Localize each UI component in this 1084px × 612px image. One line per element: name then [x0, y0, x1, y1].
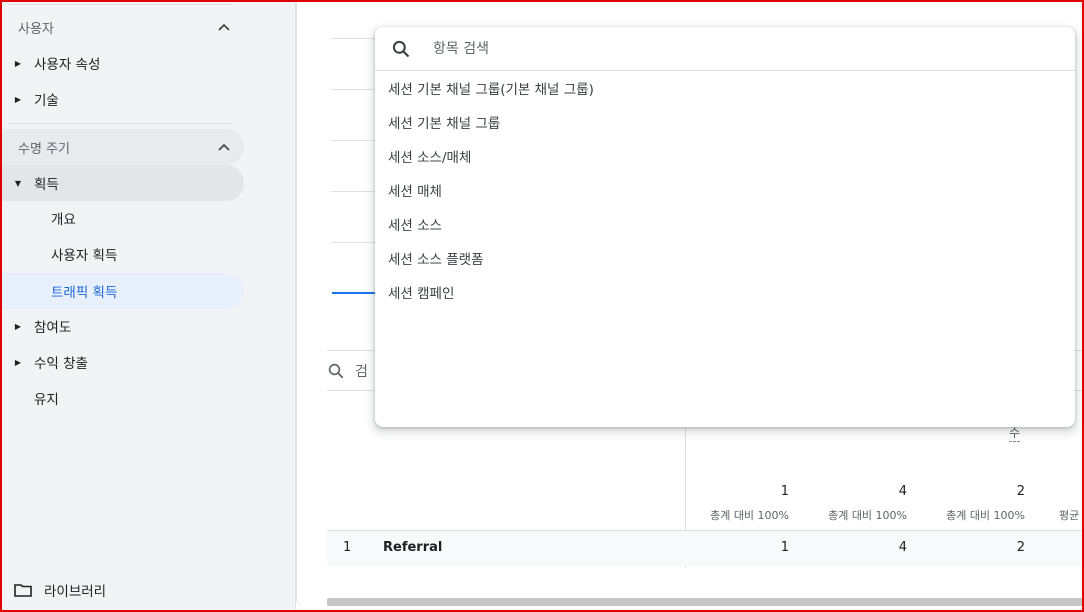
- sidebar: 사용자 ▶ 사용자 속성 ▶ 기술 수명 주기 ▼ 획득 개요 사용자 획득 트…: [0, 0, 296, 612]
- sidebar-item-label: 트래픽 획득: [51, 285, 118, 301]
- dropdown-list: 세션 기본 채널 그룹(기본 채널 그룹) 세션 기본 채널 그룹 세션 소스/…: [375, 71, 1075, 309]
- sidebar-item-label: 획득: [34, 177, 59, 193]
- sidebar-item-label: 사용자 획득: [51, 248, 118, 264]
- total-percent: 총계 대비 100%: [946, 509, 1025, 522]
- sidebar-item-label: 기술: [34, 93, 59, 109]
- divider: [8, 123, 232, 124]
- dropdown-item[interactable]: 세션 소스 플랫폼: [375, 241, 1075, 275]
- caret-right-icon: ▶: [14, 357, 22, 367]
- chart-tab-indicator: [332, 292, 376, 294]
- total-value: 2: [1016, 484, 1025, 499]
- caret-right-icon: ▶: [14, 321, 22, 331]
- caret-down-icon: ▼: [14, 178, 22, 188]
- sidebar-item-acquisition[interactable]: ▼ 획득: [0, 165, 244, 201]
- horizontal-scrollbar[interactable]: [327, 598, 1084, 606]
- row-value: 1: [780, 540, 789, 555]
- dropdown-search-input[interactable]: [433, 40, 933, 57]
- dropdown-item[interactable]: 세션 매체: [375, 173, 1075, 207]
- caret-right-icon: ▶: [14, 94, 22, 104]
- search-icon: [328, 363, 344, 378]
- row-value: 2: [1016, 540, 1025, 555]
- table-search-placeholder: 검: [355, 363, 368, 380]
- total-percent: 총계 대비 100%: [710, 509, 789, 522]
- dropdown-item[interactable]: 세션 소스: [375, 207, 1075, 241]
- dropdown-item[interactable]: 세션 소스/매체: [375, 139, 1075, 173]
- sidebar-item-label: 사용자 속성: [34, 57, 101, 73]
- dropdown-item[interactable]: 세션 기본 채널 그룹(기본 채널 그룹): [375, 71, 1075, 105]
- section-lifecycle-label: 수명 주기: [18, 141, 70, 157]
- total-percent-partial: 평균: [1059, 509, 1080, 522]
- row-value: 4: [898, 540, 907, 555]
- dropdown-item[interactable]: 세션 기본 채널 그룹: [375, 105, 1075, 139]
- sidebar-library[interactable]: 라이브러리: [14, 580, 106, 600]
- row-channel: Referral: [383, 540, 443, 555]
- sidebar-item-traffic-acquisition[interactable]: 트래픽 획득: [0, 273, 244, 309]
- dropdown-item[interactable]: 세션 캠페인: [375, 275, 1075, 309]
- row-index: 1: [343, 540, 352, 555]
- sidebar-item-retention[interactable]: 유지: [0, 380, 244, 416]
- chevron-up-icon[interactable]: [218, 139, 230, 155]
- section-users-label: 사용자: [18, 21, 54, 37]
- sidebar-item-label: 개요: [51, 212, 76, 228]
- section-lifecycle[interactable]: 수명 주기: [0, 129, 244, 165]
- sidebar-item-user-acquisition[interactable]: 사용자 획득: [0, 236, 244, 272]
- sidebar-item-overview[interactable]: 개요: [0, 200, 244, 236]
- dropdown-search: [375, 27, 1075, 71]
- sidebar-item-tech[interactable]: ▶ 기술: [0, 81, 244, 117]
- total-value: 4: [898, 484, 907, 499]
- sidebar-item-monetization[interactable]: ▶ 수익 창출: [0, 344, 244, 380]
- sidebar-item-label: 유지: [34, 392, 59, 408]
- chevron-up-icon[interactable]: [218, 19, 230, 35]
- sidebar-item-label: 수익 창출: [34, 356, 88, 372]
- search-icon: [392, 40, 410, 57]
- folder-icon: [14, 584, 32, 597]
- total-value: 1: [780, 484, 789, 499]
- divider: [8, 4, 232, 5]
- section-users[interactable]: 사용자: [0, 9, 244, 45]
- caret-right-icon: ▶: [14, 58, 22, 68]
- sidebar-item-label: 참여도: [34, 320, 72, 336]
- sidebar-item-user-attributes[interactable]: ▶ 사용자 속성: [0, 45, 244, 81]
- sidebar-item-engagement[interactable]: ▶ 참여도: [0, 308, 244, 344]
- dimension-dropdown: 세션 기본 채널 그룹(기본 채널 그룹) 세션 기본 채널 그룹 세션 소스/…: [375, 27, 1075, 427]
- library-label: 라이브러리: [44, 584, 107, 600]
- total-percent: 총계 대비 100%: [828, 509, 907, 522]
